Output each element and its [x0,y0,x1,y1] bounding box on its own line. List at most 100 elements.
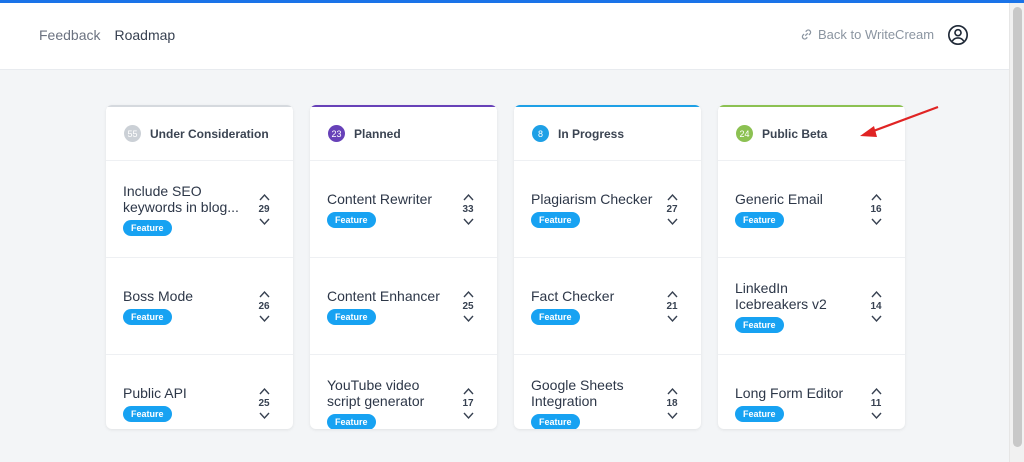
column-title: In Progress [558,126,625,141]
roadmap-card[interactable]: Google Sheets Integration Feature 18 [514,355,701,429]
column-header: 55 Under Consideration [106,107,293,161]
red-annotation-arrow-icon [860,105,939,137]
feature-tag: Feature [123,219,172,236]
downvote-chevron-down-icon[interactable] [258,314,270,323]
vote-count: 29 [258,203,270,215]
upvote-chevron-up-icon[interactable] [258,387,270,396]
downvote-chevron-down-icon[interactable] [666,411,678,420]
nav-roadmap[interactable]: Roadmap [114,27,175,43]
roadmap-card[interactable]: Fact Checker Feature 21 [514,258,701,355]
downvote-chevron-down-icon[interactable] [666,314,678,323]
upvote-chevron-up-icon[interactable] [666,290,678,299]
feature-tag: Feature [531,211,580,228]
roadmap-card[interactable]: Public API Feature 25 [106,355,293,429]
feature-tag: Feature [327,308,376,325]
vote-count: 26 [258,300,270,312]
feature-tag: Feature [123,406,172,422]
column-in-progress: 8 In Progress Plagiarism Checker Feature … [514,105,701,429]
count-badge: 8 [532,125,549,142]
count-badge: 24 [736,125,753,142]
vote-count: 17 [462,398,474,409]
feature-tag: Feature [327,414,376,429]
upvote-chevron-up-icon[interactable] [870,290,882,299]
roadmap-card[interactable]: Plagiarism Checker Feature 27 [514,161,701,258]
feature-tag: Feature [531,414,580,429]
card-title: Content Rewriter [327,190,433,207]
roadmap-card[interactable]: Generic Email Feature 16 [718,161,905,258]
vote-count: 21 [666,300,678,312]
roadmap-card[interactable]: Boss Mode Feature 26 [106,258,293,355]
vote-control: 27 [660,161,684,257]
back-to-writecream-link[interactable]: Back to WriteCream [800,27,934,42]
downvote-chevron-down-icon[interactable] [258,411,270,420]
user-avatar-icon[interactable] [947,24,969,46]
vote-count: 25 [258,398,270,409]
scrollbar-thumb[interactable] [1013,7,1022,447]
roadmap-card[interactable]: YouTube video script generator Feature 17 [310,355,497,429]
top-nav: Feedback Roadmap [39,27,175,43]
roadmap-card[interactable]: Content Enhancer Feature 25 [310,258,497,355]
vote-control: 17 [456,355,480,429]
vote-count: 25 [462,300,474,312]
vote-control: 18 [660,355,684,429]
nav-feedback[interactable]: Feedback [39,27,100,43]
vote-count: 33 [462,203,474,215]
card-title: Fact Checker [531,287,615,304]
downvote-chevron-down-icon[interactable] [258,217,270,226]
card-title: Generic Email [735,190,823,207]
back-link-label: Back to WriteCream [818,27,935,42]
column-title: Under Consideration [150,126,269,141]
vote-control: 29 [252,161,276,257]
roadmap-card[interactable]: Long Form Editor Feature 11 [718,355,905,429]
downvote-chevron-down-icon[interactable] [666,217,678,226]
column-title: Planned [354,126,401,141]
vote-control: 11 [864,355,888,429]
roadmap-card[interactable]: Content Rewriter Feature 33 [310,161,497,258]
card-title: Include SEO keywords in blog... [123,182,239,215]
card-title: Google Sheets Integration [531,377,624,409]
downvote-chevron-down-icon[interactable] [462,411,474,420]
downvote-chevron-down-icon[interactable] [462,217,474,226]
count-badge: 23 [328,125,345,142]
column-under-consideration: 55 Under Consideration Include SEO keywo… [106,105,293,429]
upvote-chevron-up-icon[interactable] [462,290,474,299]
column-planned: 23 Planned Content Rewriter Feature 33 Co… [310,105,497,429]
upvote-chevron-up-icon[interactable] [870,387,882,396]
feature-tag: Feature [735,211,784,228]
upvote-chevron-up-icon[interactable] [462,387,474,396]
vertical-scrollbar[interactable] [1009,3,1024,462]
feature-tag: Feature [735,406,784,422]
upvote-chevron-up-icon[interactable] [462,193,474,202]
vote-count: 27 [666,203,678,215]
upvote-chevron-up-icon[interactable] [666,193,678,202]
upvote-chevron-up-icon[interactable] [258,193,270,202]
vote-control: 25 [456,258,480,354]
downvote-chevron-down-icon[interactable] [870,411,882,420]
feature-tag: Feature [531,308,580,325]
count-badge: 55 [124,125,141,142]
column-title: Public Beta [762,126,828,141]
card-title: Content Enhancer [327,287,440,304]
downvote-chevron-down-icon[interactable] [870,217,882,226]
card-title: LinkedIn Icebreakers v2 [735,279,827,312]
feature-tag: Feature [735,316,784,333]
column-header: 8 In Progress [514,107,701,161]
vote-count: 14 [870,300,882,312]
vote-control: 21 [660,258,684,354]
downvote-chevron-down-icon[interactable] [870,314,882,323]
vote-count: 11 [870,398,882,409]
card-title: Plagiarism Checker [531,190,653,207]
header: Feedback Roadmap Back to WriteCream [0,3,1009,70]
upvote-chevron-up-icon[interactable] [870,193,882,202]
feature-tag: Feature [123,308,172,325]
upvote-chevron-up-icon[interactable] [666,387,678,396]
feature-tag: Feature [327,211,376,228]
downvote-chevron-down-icon[interactable] [462,314,474,323]
vote-control: 16 [864,161,888,257]
roadmap-card[interactable]: Include SEO keywords in blog... Feature 2… [106,161,293,258]
roadmap-card[interactable]: LinkedIn Icebreakers v2 Feature 14 [718,258,905,355]
vote-control: 14 [864,258,888,354]
upvote-chevron-up-icon[interactable] [258,290,270,299]
vote-count: 18 [666,398,678,409]
vote-control: 26 [252,258,276,354]
